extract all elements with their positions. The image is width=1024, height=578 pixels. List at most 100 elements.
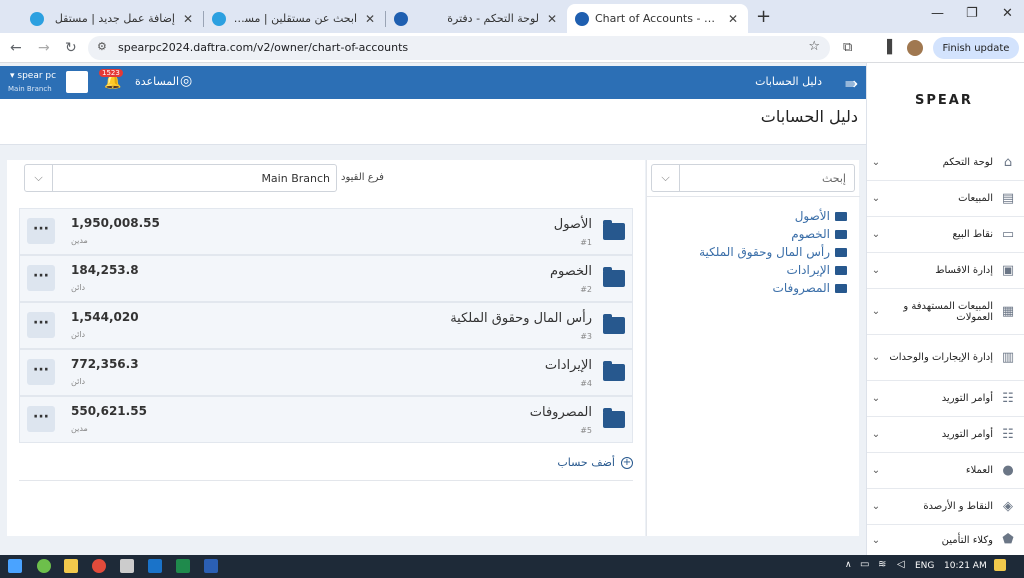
sidebar-item-clients[interactable]: ● العملاء ⌄ [867, 453, 1024, 489]
app-icon[interactable] [120, 559, 134, 573]
account-code: #1 [580, 238, 592, 247]
menu-toggle-icon[interactable]: ⇛ [845, 74, 858, 93]
url-field[interactable]: ⚙ spearpc2024.daftra.com/v2/owner/chart-… [88, 36, 830, 60]
account-name[interactable]: الخصوم [550, 264, 592, 279]
tree-item-label: الخصوم [791, 227, 830, 241]
notification-center-icon[interactable] [994, 559, 1006, 571]
chevron-down-icon: ⌵ [25, 165, 53, 191]
minimize-icon[interactable]: — [931, 6, 944, 21]
network-icon[interactable]: ▭ [860, 559, 869, 570]
chevron-down-icon: ⌄ [871, 352, 881, 363]
browser-tab[interactable]: ✕ إضافة عمل جديد | مستقل [22, 4, 203, 33]
more-options-button[interactable]: ··· [27, 359, 55, 385]
account-row[interactable]: ··· 184,253.8 دائن الخصوم #2 [19, 255, 633, 302]
browser-tab[interactable]: ✕ ابحث عن مستقلين | مستقل [204, 4, 385, 33]
add-account-label: أضف حساب [557, 456, 615, 469]
company-switcher[interactable]: ▾ spear pc [10, 71, 56, 81]
divider [19, 480, 633, 481]
account-name[interactable]: الأصول [554, 217, 592, 232]
chrome-icon[interactable] [92, 559, 106, 573]
tree-item-label: المصروفات [772, 281, 830, 295]
sidebar-item-pos[interactable]: ▭ نقاط البيع ⌄ [867, 217, 1024, 253]
building-icon: ▥ [1001, 349, 1015, 365]
sidebar-item-rentals[interactable]: ▥ إدارة الإيجارات والوحدات ⌄ [867, 335, 1024, 381]
forward-icon[interactable]: → [38, 40, 50, 56]
accounts-panel: ⌵ Main Branch فرع القيود ··· 1,950,008.5… [7, 160, 645, 536]
search-placeholder: إبحث [821, 172, 846, 185]
extensions-icon[interactable]: ⧉ [843, 40, 852, 55]
browser-tab[interactable]: ✕ لوحة التحكم - دفترة [386, 4, 567, 33]
account-nature: مدين [71, 236, 88, 245]
more-options-button[interactable]: ··· [27, 406, 55, 432]
windows-start-icon[interactable] [8, 559, 22, 573]
sidebar-item-sales[interactable]: ▤ المبيعات ⌄ [867, 181, 1024, 217]
tray-chevron-icon[interactable]: ∧ [845, 560, 852, 570]
folder-icon [835, 247, 847, 257]
more-options-button[interactable]: ··· [27, 265, 55, 291]
excel-icon[interactable] [176, 559, 190, 573]
account-balance: 772,356.3 [71, 357, 139, 371]
side-panel-icon[interactable]: ▐ [882, 40, 892, 55]
close-tab-icon[interactable]: ✕ [726, 12, 740, 26]
sidebar-item-label: العملاء [965, 465, 993, 476]
sidebar-item-label: أوامر التوريد [941, 393, 993, 404]
add-account-button[interactable]: + أضف حساب [557, 456, 633, 469]
sidebar-item-installments[interactable]: ▣ إدارة الاقساط ⌄ [867, 253, 1024, 289]
sidebar-item-purchase-orders[interactable]: ☷ أوامر التوريد ⌄ [867, 381, 1024, 417]
word-icon[interactable] [204, 559, 218, 573]
file-explorer-icon[interactable] [64, 559, 78, 573]
tree-item[interactable]: المصروفات [773, 281, 847, 295]
help-link[interactable]: المساعدة [135, 75, 179, 88]
company-logo[interactable] [66, 71, 88, 93]
sidebar-item-purchase-orders-2[interactable]: ☷ أوامر التوريد ⌄ [867, 417, 1024, 453]
volume-icon[interactable]: ◁ [897, 559, 905, 570]
tree-item[interactable]: الخصوم [791, 227, 847, 241]
receipt-icon: ▤ [1001, 190, 1015, 206]
accounts-tree-panel: ⌵ إبحث الأصول الخصوم رأس المال وحقوق الم… [646, 160, 860, 536]
sidebar-item-insurance[interactable]: ⬟ وكلاء التأمين ⌄ [867, 525, 1024, 555]
chevron-down-icon: ⌄ [871, 534, 881, 546]
close-tab-icon[interactable]: ✕ [363, 12, 377, 26]
restore-icon[interactable]: ❐ [966, 6, 978, 21]
more-options-button[interactable]: ··· [27, 312, 55, 338]
account-name[interactable]: الإيرادات [545, 358, 592, 373]
back-icon[interactable]: ← [10, 40, 22, 56]
close-window-icon[interactable]: ✕ [1002, 6, 1013, 21]
close-tab-icon[interactable]: ✕ [545, 12, 559, 26]
sidebar-item-points[interactable]: ◈ النقاط و الأرصدة ⌄ [867, 489, 1024, 525]
sidebar-item-dashboard[interactable]: ⌂ لوحة التحكم ⌄ [867, 145, 1024, 181]
wifi-icon[interactable]: ≋ [878, 559, 886, 570]
browser-tab-active[interactable]: ✕ Chart of Accounts - المعلومات [567, 4, 748, 33]
tree-item[interactable]: الإيرادات [787, 263, 847, 277]
close-tab-icon[interactable]: ✕ [181, 12, 195, 26]
new-tab-icon[interactable]: + [756, 6, 771, 27]
bookmark-star-icon[interactable]: ☆ [808, 39, 820, 54]
account-code: #5 [580, 426, 592, 435]
help-icon[interactable]: ◎ [180, 73, 192, 89]
account-row[interactable]: ··· 550,621.55 مدين المصروفات #5 [19, 396, 633, 443]
money-icon: ▦ [1001, 303, 1015, 319]
tree-item[interactable]: رأس المال وحقوق الملكية [699, 245, 847, 259]
profile-avatar[interactable] [907, 40, 923, 56]
site-info-icon[interactable]: ⚙ [97, 40, 107, 53]
tree-item[interactable]: الأصول [795, 209, 847, 223]
finish-update-button[interactable]: Finish update [933, 37, 1019, 59]
windows-taskbar: ∧ ▭ ≋ ◁ ENG 10:21 AM [0, 555, 1024, 578]
more-options-button[interactable]: ··· [27, 218, 55, 244]
account-row[interactable]: ··· 1,950,008.55 مدين الأصول #1 [19, 208, 633, 255]
sidebar-item-targets[interactable]: ▦ المبيعات المستهدفة و العمولات ⌄ [867, 289, 1024, 335]
account-code: #2 [580, 285, 592, 294]
topbar-title: دليل الحسابات [755, 75, 822, 88]
reload-icon[interactable]: ↻ [65, 40, 77, 56]
account-row[interactable]: ··· 1,544,020 دائن رأس المال وحقوق الملك… [19, 302, 633, 349]
account-name[interactable]: المصروفات [530, 405, 592, 420]
language-indicator[interactable]: ENG [915, 561, 934, 571]
clock[interactable]: 10:21 AM [944, 561, 987, 571]
branch-select[interactable]: ⌵ Main Branch [24, 164, 337, 192]
chevron-down-icon: ⌄ [871, 465, 881, 476]
account-name[interactable]: رأس المال وحقوق الملكية [450, 311, 592, 326]
outlook-icon[interactable] [148, 559, 162, 573]
account-row[interactable]: ··· 772,356.3 دائن الإيرادات #4 [19, 349, 633, 396]
search-select[interactable]: ⌵ إبحث [651, 164, 855, 192]
widgets-icon[interactable] [37, 559, 51, 573]
